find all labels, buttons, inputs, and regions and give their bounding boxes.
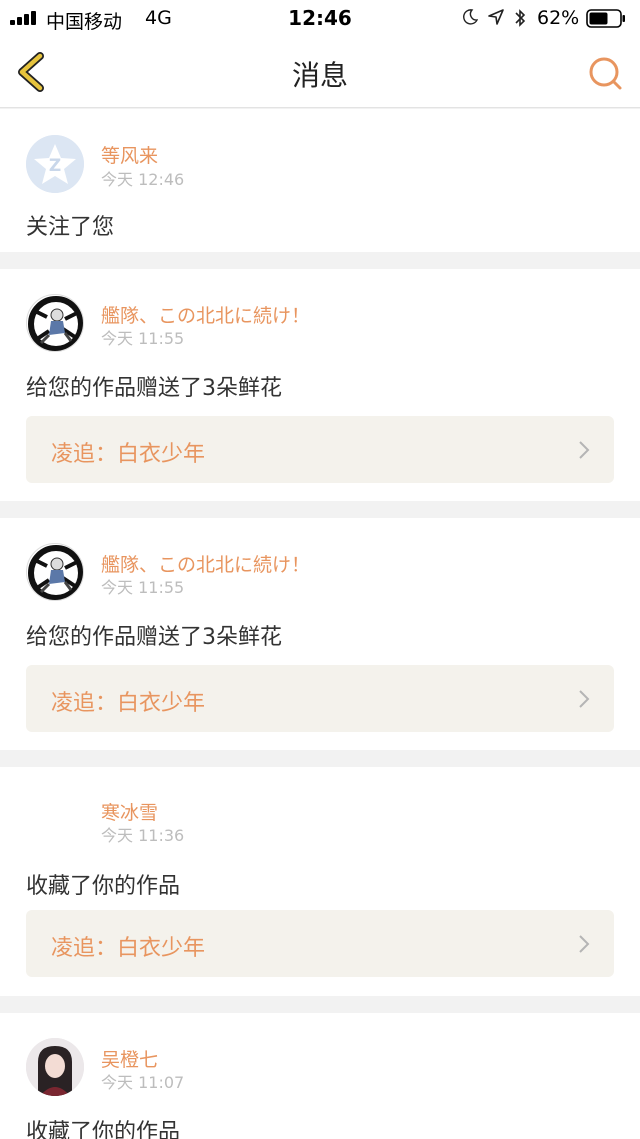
- message-time: 今天 11:36: [101, 826, 185, 845]
- message-text: 关注了您: [26, 215, 115, 240]
- message-card[interactable]: 寒冰雪 今天 11:36 收藏了你的作品 凌追：白衣少年: [0, 767, 640, 996]
- bluetooth-icon: [515, 9, 526, 27]
- message-time: 今天 11:55: [101, 578, 185, 597]
- message-card[interactable]: 艦隊、この北北に続け！ 今天 11:55 给您的作品赠送了3朵鲜花 凌追：白衣少…: [0, 518, 640, 750]
- battery-icon: [586, 9, 625, 28]
- message-card[interactable]: 吴橙七 今天 11:07 收藏了你的作品: [0, 1013, 640, 1139]
- search-icon[interactable]: [586, 54, 624, 92]
- message-text: 给您的作品赠送了3朵鲜花: [26, 625, 282, 650]
- qzone-star-icon: Z: [26, 135, 84, 193]
- message-card[interactable]: 艦隊、この北北に続け！ 今天 11:55 给您的作品赠送了3朵鲜花 凌追：白衣少…: [0, 269, 640, 501]
- message-card[interactable]: Z 等风来 今天 12:46 关注了您: [0, 109, 640, 252]
- chevron-right-icon: [579, 441, 590, 459]
- work-link[interactable]: 凌追：白衣少年: [26, 665, 614, 732]
- message-text: 给您的作品赠送了3朵鲜花: [26, 376, 282, 401]
- user-name[interactable]: 吴橙七: [101, 1045, 158, 1072]
- avatar[interactable]: [26, 1038, 84, 1096]
- nav-bar: 消息: [0, 36, 640, 108]
- girl-photo-avatar-image: [26, 1038, 84, 1096]
- location-arrow-icon: [488, 9, 504, 25]
- avatar[interactable]: [26, 294, 84, 352]
- chevron-right-icon: [579, 690, 590, 708]
- user-name[interactable]: 等风来: [101, 141, 158, 168]
- message-time: 今天 12:46: [101, 170, 185, 189]
- svg-text:Z: Z: [49, 156, 61, 176]
- work-title: 凌追：白衣少年: [51, 691, 206, 716]
- user-name[interactable]: 艦隊、この北北に続け！: [101, 550, 310, 577]
- avatar[interactable]: Z: [26, 135, 84, 193]
- work-link[interactable]: 凌追：白衣少年: [26, 910, 614, 977]
- chevron-right-icon: [579, 935, 590, 953]
- anime-avatar-image: [28, 296, 83, 351]
- battery-percent: 62%: [537, 7, 580, 29]
- user-name[interactable]: 艦隊、この北北に続け！: [101, 301, 310, 328]
- moon-icon: [463, 9, 478, 25]
- message-text: 收藏了你的作品: [26, 874, 181, 899]
- work-title: 凌追：白衣少年: [51, 936, 206, 961]
- message-time: 今天 11:55: [101, 329, 185, 348]
- user-name[interactable]: 寒冰雪: [101, 798, 158, 825]
- status-bar: 中国移动 4G 12:46 62%: [0, 0, 640, 36]
- work-link[interactable]: 凌追：白衣少年: [26, 416, 614, 483]
- page-title: 消息: [291, 59, 348, 92]
- avatar[interactable]: [26, 791, 84, 849]
- message-text: 收藏了你的作品: [26, 1120, 181, 1139]
- message-time: 今天 11:07: [101, 1073, 185, 1092]
- avatar[interactable]: [26, 543, 84, 601]
- anime-avatar-image: [28, 545, 83, 600]
- work-title: 凌追：白衣少年: [51, 442, 206, 467]
